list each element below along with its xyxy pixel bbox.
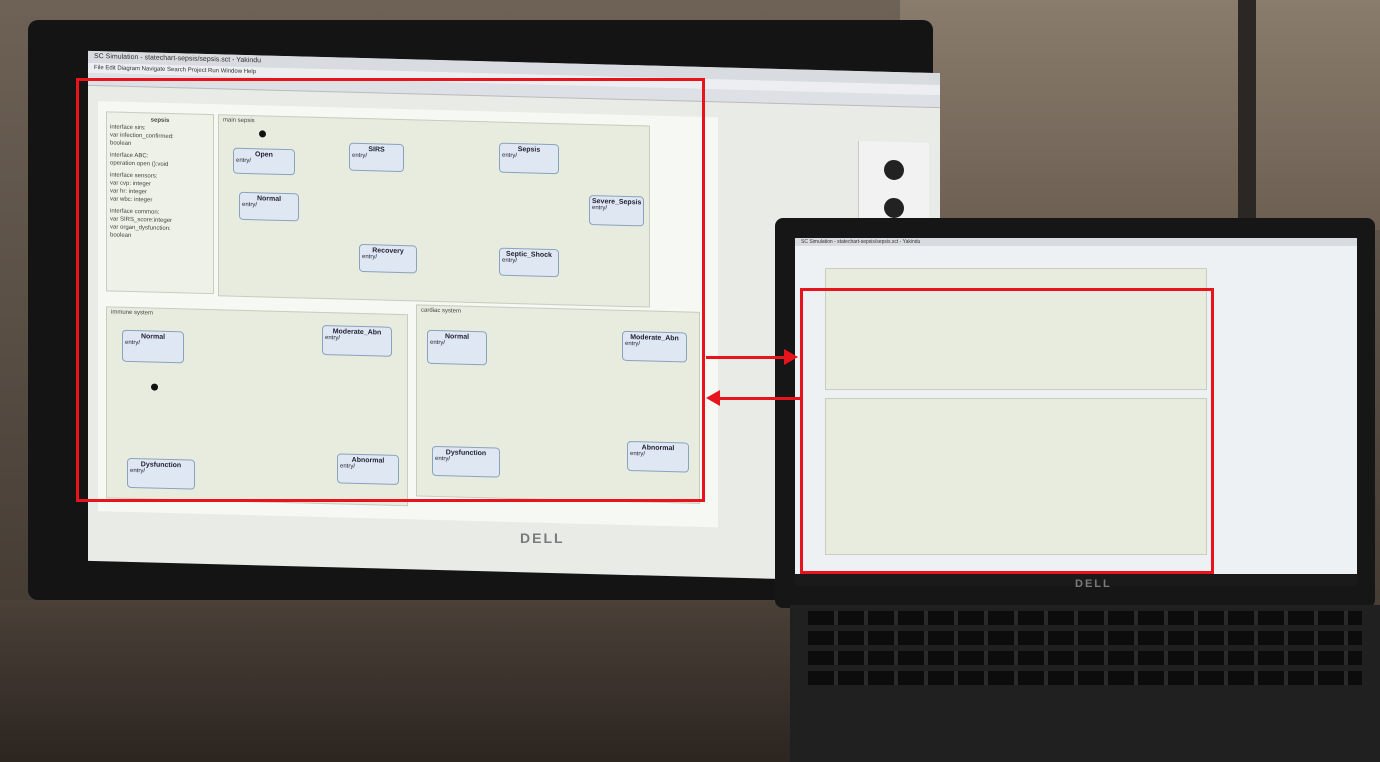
history-tool-icon[interactable] [884,197,904,219]
cubicle-pole [1238,0,1256,250]
laptop-window-title: SC Simulation - statechart-sepsis/sepsis… [795,238,1357,246]
arrowhead-left [706,390,720,406]
laptop-highlight-frame [800,288,1214,574]
arrow-to-monitor [720,397,800,400]
arrow-to-laptop [706,356,786,359]
arrowhead-right [784,349,798,365]
initial-state-tool-icon[interactable] [884,159,904,181]
laptop-logo: DELL [1075,578,1112,590]
cubicle-shelf [900,0,1380,230]
monitor-logo: DELL [520,530,565,546]
keyboard [790,605,1380,762]
monitor-highlight-frame [76,78,705,502]
